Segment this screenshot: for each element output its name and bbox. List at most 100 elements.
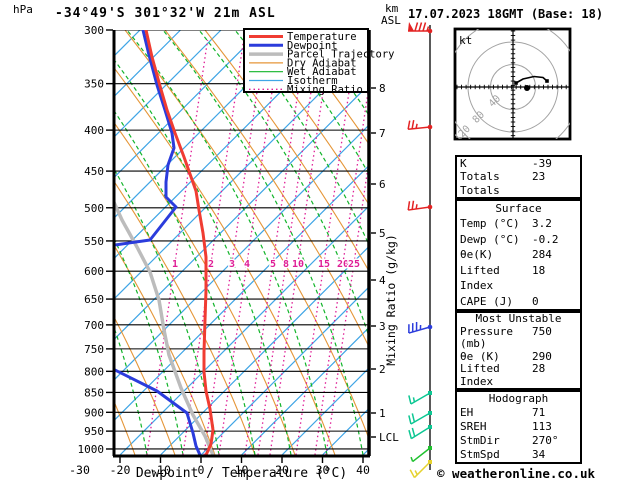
storm-motion-dot [524,85,530,91]
mixing-ratio-value-label: 15 [318,259,330,270]
mixing-ratio-value-label: 3 [229,259,235,270]
wind-barb [408,412,431,425]
wind-barb-feather [408,324,410,334]
table-row: Lifted Index 28 [457,362,580,388]
isotherm-line [0,30,19,455]
row-label: K [460,157,467,170]
table-row: Temp (°C) 3.2 [457,216,580,231]
wind-barb-feather [411,120,415,130]
pressure-tick-label: 950 [84,425,104,438]
pressure-tick-label: 450 [84,165,104,178]
most-unstable-table: Most Unstable Pressure (mb) 750 θe (K) 290 Li… [455,311,582,390]
km-tick-label: 8 [379,82,386,95]
surface-table: Surface Temp (°C) 3.2 Dewp (°C) -0.2 θe(K) 284… [455,199,582,311]
table-row: Pressure (mb) 750 [457,324,580,351]
mixing-ratio-value-label: 5 [270,259,276,270]
isotherm-line [115,30,222,137]
wind-barb-half-feather [414,470,418,476]
wind-barb [408,392,431,405]
wind-barb-marker [427,28,433,34]
pressure-tick-label: 700 [84,319,104,332]
table-row: Dewp (°C) -0.2 [457,232,580,247]
wind-barb-marker [428,446,432,450]
row-value: -0.2 [532,232,559,246]
mixing-ratio-axis-label: Mixing Ratio (g/kg) [384,234,398,366]
hodograph-trace-endpoint [514,81,518,85]
x-axis-label: Dewpoint / Temperature (°C) [135,466,348,481]
wind-barb-stem [412,447,431,463]
row-label: Totals Totals [460,170,500,197]
wind-barb-marker [428,391,432,395]
row-label: Lifted Index [460,263,500,293]
row-label: StmSpd (kt) [460,448,500,461]
isotherm-line [115,30,141,56]
mixing-ratio-value-label: 25 [348,259,360,270]
wind-barb-flag [408,22,414,31]
pressure-tick-label: 300 [84,24,104,37]
wind-barb-marker [427,124,433,130]
row-label: θe(K) [460,248,494,262]
isotherm-line [0,30,59,455]
pressure-tick-label: 850 [84,386,104,399]
row-label: Lifted Index [460,362,500,388]
wind-barb-marker [428,460,432,464]
row-label: CAPE (J) [460,294,513,308]
pressure-tick-label: 800 [84,365,104,378]
row-value: 18 [532,263,546,277]
km-tick-label: 7 [379,127,386,140]
dewpoint-curve [115,30,202,455]
row-label: EH [460,406,474,419]
table-row: Totals Totals 23 [457,170,580,197]
wind-barb-feather [407,120,411,130]
row-value: 3.2 [532,217,552,231]
legend-label: Mixing Ratio [287,84,363,96]
pressure-tick-label: 500 [84,202,104,215]
table-section-title: Most Unstable [475,312,562,325]
wind-barb-feather [411,323,414,332]
pressure-tick-label: 350 [84,78,104,91]
hodograph-unit-label: kt [459,34,472,47]
row-value: 113 [532,420,552,433]
table-row: K -39 [457,157,580,170]
wind-barb-stem [408,126,431,131]
km-tick-label: 6 [379,178,386,191]
wind-barb [408,321,431,334]
table-row: CAPE (J) 0 [457,294,580,309]
wind-barb-feather [411,200,415,210]
pressure-tick-label: 1000 [78,443,105,456]
wet-adiabat-line [115,60,292,455]
dry-adiabat-line [0,30,95,455]
row-value: 23 [532,170,546,184]
row-value: 750 [532,324,552,338]
pressure-tick-label: 750 [84,343,104,356]
table-section-title: Surface [495,202,542,215]
table-row: EH 71 [457,406,580,420]
wind-barb-feather [418,22,423,32]
row-value: 284 [532,248,552,262]
row-value: 71 [532,406,546,419]
pressure-tick-label: 550 [84,235,104,248]
row-value: 28 [532,362,546,375]
lcl-label: LCL [379,431,399,444]
wind-barb-stem [413,461,431,479]
wind-barb-marker [427,324,433,330]
wind-barb-feather [422,22,427,32]
km-tick-label: 1 [379,407,386,420]
row-value: -39 [532,157,552,170]
table-row: θe(K) 284 [457,247,580,262]
table-section-title: Hodograph [488,392,549,405]
pressure-tick-label: 900 [84,406,104,419]
wind-barb-marker [428,411,432,415]
row-label: Dewp (°C) [460,232,520,246]
row-label: StmDir [460,434,500,447]
mixing-ratio-value-label: 1 [172,259,178,270]
wind-barb-marker [428,425,432,429]
temp-tick-label: -30 [69,463,90,477]
copyright-label: © weatheronline.co.uk [437,466,596,481]
row-label: Temp (°C) [460,217,520,231]
wind-barb-feather [407,201,411,211]
wind-barb [410,447,431,463]
table-row: Lifted Index 18 [457,263,580,294]
pressure-tick-label: 600 [84,265,104,278]
row-value: 0 [532,294,539,308]
